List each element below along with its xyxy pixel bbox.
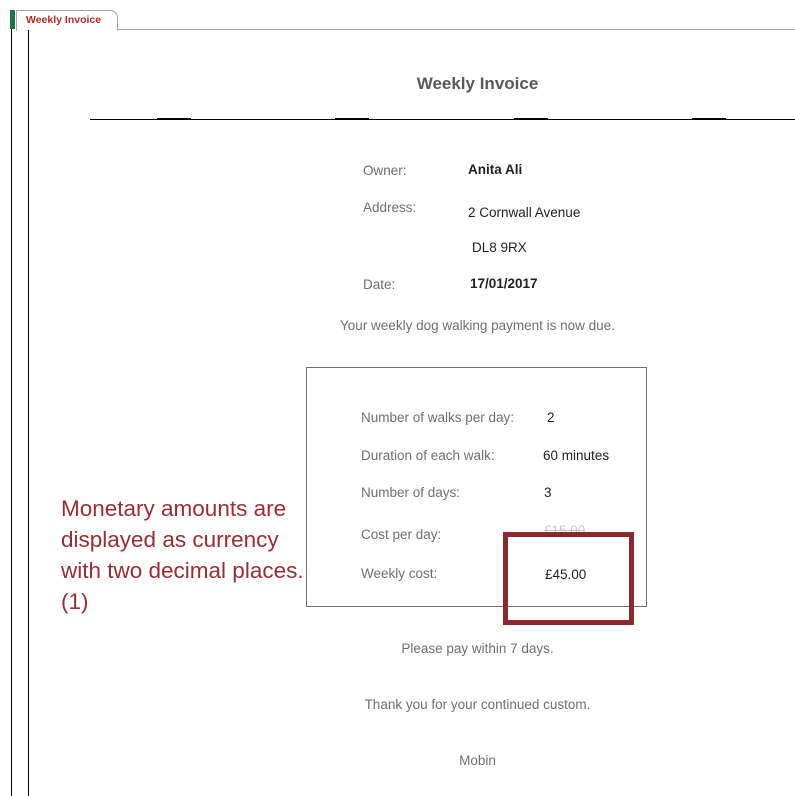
- annotation-line: displayed as currency: [61, 527, 279, 552]
- address-line-2: DL8 9RX: [472, 240, 527, 255]
- cost-per-day-label: Cost per day:: [361, 527, 442, 542]
- duration-value: 60 minutes: [543, 448, 609, 463]
- days-label: Number of days:: [361, 485, 461, 500]
- address-line-1: 2 Cornwall Avenue: [468, 205, 581, 220]
- header-rule: [90, 119, 795, 120]
- annotation-line: (1): [61, 589, 89, 614]
- rule-segment: [692, 118, 726, 120]
- days-value: 3: [544, 485, 552, 500]
- payment-due-message: Your weekly dog walking payment is now d…: [340, 318, 615, 333]
- pay-within-message: Please pay within 7 days.: [401, 641, 554, 656]
- owner-value: Anita Ali: [468, 162, 523, 177]
- tab-strip-border: [117, 29, 795, 30]
- rule-segment: [157, 118, 191, 120]
- tab-label: Weekly Invoice: [26, 14, 102, 26]
- report-title: Weekly Invoice: [416, 74, 539, 93]
- date-label: Date:: [363, 277, 396, 292]
- report-page-border: [28, 30, 29, 796]
- tab-weekly-invoice[interactable]: Weekly Invoice: [16, 10, 118, 31]
- walks-per-day-value: 2: [547, 410, 555, 425]
- duration-unit: minutes: [561, 448, 610, 463]
- document-tab-strip: Weekly Invoice: [0, 0, 795, 31]
- annotation-line: Monetary amounts are: [61, 496, 287, 521]
- signature: Mobin: [459, 753, 496, 768]
- tab-icon: [10, 10, 15, 29]
- thank-you-message: Thank you for your continued custom.: [364, 697, 591, 712]
- owner-label: Owner:: [363, 163, 407, 178]
- annotation-line: with two decimal places.: [61, 558, 304, 583]
- address-label: Address:: [363, 200, 417, 215]
- duration-label: Duration of each walk:: [361, 448, 495, 463]
- window-border-left: [11, 29, 12, 796]
- duration-number: 60: [543, 448, 559, 463]
- highlight-rectangle: [503, 532, 634, 625]
- weekly-cost-label: Weekly cost:: [361, 566, 438, 581]
- rule-segment: [514, 118, 548, 120]
- rule-segment: [335, 118, 369, 120]
- walks-per-day-label: Number of walks per day:: [361, 410, 515, 425]
- annotation-text: Monetary amounts are displayed as curren…: [61, 493, 361, 617]
- date-value: 17/01/2017: [470, 276, 538, 291]
